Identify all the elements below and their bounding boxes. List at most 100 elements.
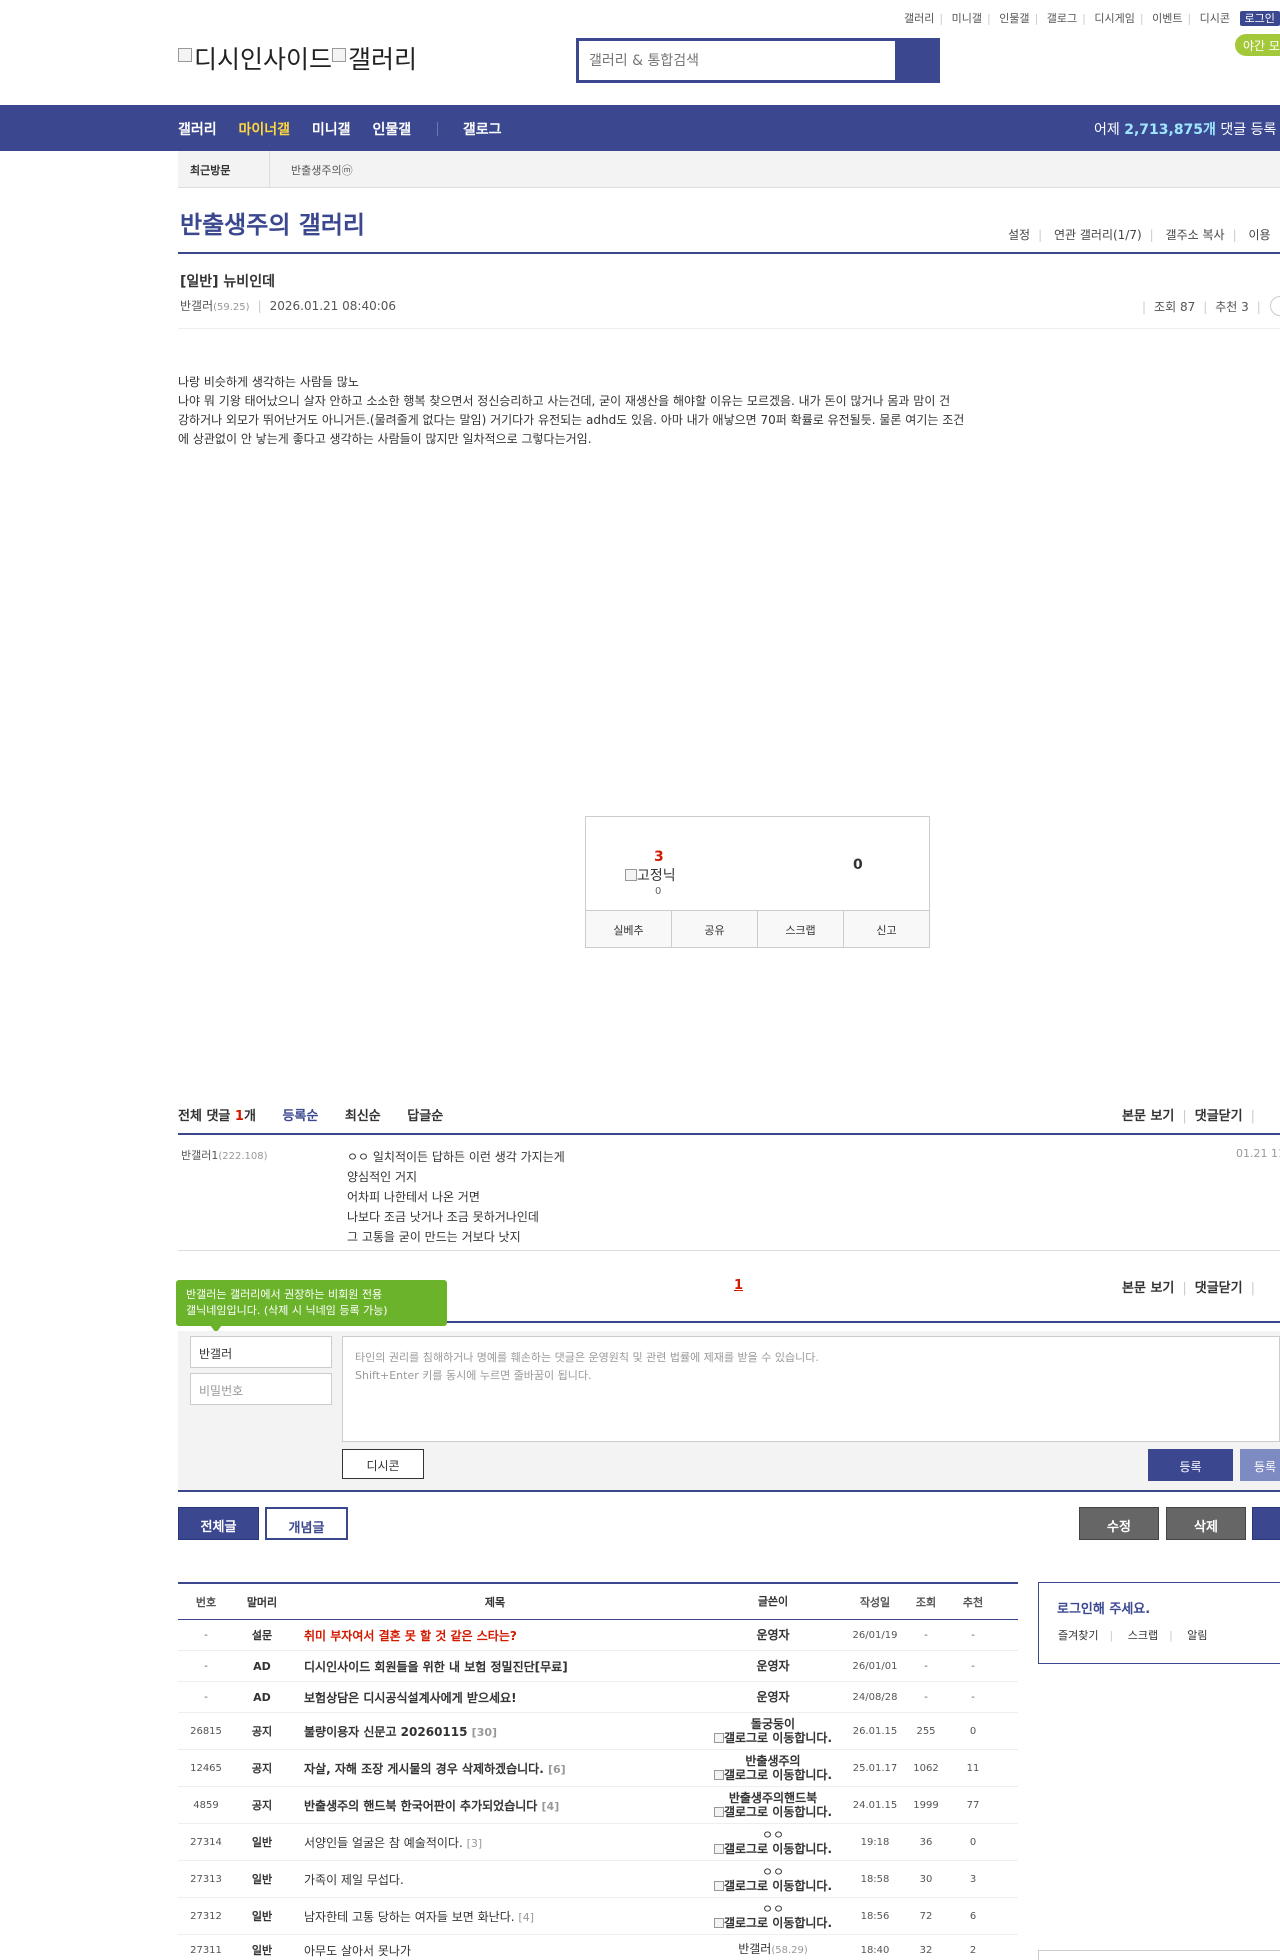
post-writer-name[interactable]: 운영자 [756, 1628, 789, 1642]
post-row[interactable]: 12465 공지 자살, 자해 조장 게시물의 경우 삭제하겠습니다. [6] 반출생… [178, 1750, 1018, 1787]
dccon-button[interactable]: 디시콘 [342, 1449, 424, 1479]
post-writer-name[interactable]: ㅇㅇ [762, 1828, 784, 1842]
reply-count[interactable]: [6] [548, 1763, 566, 1776]
post-title-text[interactable]: 보험상담은 디시공식설계사에게 받으세요! [304, 1691, 517, 1705]
util-event[interactable]: 이벤트 [1152, 12, 1182, 25]
scrap-button[interactable]: 스크랩 [758, 911, 844, 947]
post-row[interactable]: - 설문 취미 부자여서 결혼 못 할 것 같은 스타는? 운영자 26/01/19 -… [178, 1620, 1018, 1651]
post-writer-name[interactable]: 돌궁둥이 [751, 1717, 795, 1731]
post-author[interactable]: 반갤러 [180, 299, 213, 313]
nav-mini[interactable]: 미니갤 [312, 122, 351, 138]
post-writer-name[interactable]: 반출생주의핸드북 [729, 1791, 817, 1805]
sort-latest[interactable]: 최신순 [345, 1109, 381, 1124]
nav-person[interactable]: 인물갤 [372, 122, 411, 138]
close-comments-button[interactable]: 댓글닫기 [1195, 1281, 1243, 1296]
post-row[interactable]: 27312 일반 남자한테 고통 당하는 여자들 보면 화난다. [4] ㅇㅇ 갤로그로… [178, 1898, 1018, 1935]
post-row[interactable]: 27314 일반 서양인들 얼굴은 참 예술적이다. [3] ㅇㅇ 갤로그로 이동합니다… [178, 1824, 1018, 1861]
close-comments-button[interactable]: 댓글닫기 [1195, 1109, 1243, 1124]
post-writer-name[interactable]: 반갤러 [738, 1942, 771, 1956]
post-row[interactable]: 26815 공지 불량이용자 신문고 20260115 [30] 돌궁둥이 갤로그로 이… [178, 1713, 1018, 1750]
logo[interactable]: 디시인사이드 갤러리 [178, 40, 417, 76]
nav-gallog[interactable]: 갤로그 [463, 122, 502, 138]
night-mode-toggle[interactable]: 야간 모 [1235, 34, 1280, 56]
favorites-link[interactable]: 즐겨찾기 [1058, 1629, 1098, 1642]
gallery-title[interactable]: 반출생주의 갤러리 [180, 205, 365, 240]
nav-gallery[interactable]: 갤러리 [178, 122, 217, 138]
post-title-text[interactable]: 자살, 자해 조장 게시물의 경우 삭제하겠습니다. [304, 1762, 544, 1776]
gallog-link[interactable]: 갤로그로 이동합니다. [700, 1768, 846, 1782]
util-gallery[interactable]: 갤러리 [904, 12, 934, 25]
scrap-link[interactable]: 스크랩 [1128, 1629, 1158, 1642]
reply-count[interactable]: [4] [542, 1800, 560, 1813]
post-title-link[interactable]: 서양인들 얼굴은 참 예술적이다. [3] [290, 1834, 700, 1851]
post-title-text[interactable]: 취미 부자여서 결혼 못 할 것 같은 스타는? [304, 1629, 517, 1643]
reply-count[interactable]: [4] [518, 1911, 534, 1924]
post-title-link[interactable]: 남자한테 고통 당하는 여자들 보면 화난다. [4] [290, 1908, 700, 1925]
reply-count[interactable]: [30] [472, 1726, 497, 1739]
view-body-button[interactable]: 본문 보기 [1122, 1109, 1174, 1124]
edit-button[interactable]: 수정 [1079, 1507, 1159, 1540]
post-title-link[interactable]: 아무도 살아서 못나가 [290, 1942, 700, 1959]
post-row[interactable]: - AD 디시인사이드 회원들을 위한 내 보험 정밀진단[무료] 운영자 26/01… [178, 1651, 1018, 1682]
post-title-text[interactable]: 서양인들 얼굴은 참 예술적이다. [304, 1836, 463, 1850]
write-button[interactable]: 글 [1252, 1507, 1280, 1540]
recommend-up-count[interactable]: 3 [654, 849, 664, 865]
util-person[interactable]: 인물갤 [999, 12, 1029, 25]
login-button[interactable]: 로그인 [1239, 11, 1280, 26]
post-title-link[interactable]: 보험상담은 디시공식설계사에게 받으세요! [290, 1689, 700, 1706]
delete-button[interactable]: 삭제 [1166, 1507, 1246, 1540]
post-row[interactable]: 4859 공지 반출생주의 핸드북 한국어판이 추가되었습니다 [4] 반출생주의핸드… [178, 1787, 1018, 1824]
notify-link[interactable]: 알림 [1187, 1629, 1207, 1642]
gallog-link[interactable]: 갤로그로 이동합니다. [700, 1842, 846, 1856]
post-title-text[interactable]: 아무도 살아서 못나가 [304, 1944, 411, 1958]
view-body-button[interactable]: 본문 보기 [1122, 1281, 1174, 1296]
gallog-link[interactable]: 갤로그로 이동합니다. [700, 1916, 846, 1930]
tab-all-posts[interactable]: 전체글 [178, 1507, 259, 1540]
post-title-link[interactable]: 취미 부자여서 결혼 못 할 것 같은 스타는? [290, 1627, 700, 1644]
util-dccon[interactable]: 디시콘 [1200, 12, 1230, 25]
comment-submit-recommend-button[interactable]: 등록 [1240, 1449, 1280, 1481]
gallery-usage[interactable]: 이용 [1248, 228, 1270, 242]
post-writer-name[interactable]: ㅇㅇ [762, 1865, 784, 1879]
util-game[interactable]: 디시게임 [1094, 12, 1134, 25]
gallery-settings[interactable]: 설정 [1008, 228, 1030, 242]
password-input[interactable]: 비밀번호 [190, 1373, 332, 1405]
post-row[interactable]: 27313 일반 가족이 제일 무섭다. ㅇㅇ 갤로그로 이동합니다. 18:58 30 3 [178, 1861, 1018, 1898]
gallog-link[interactable]: 갤로그로 이동합니다. [700, 1805, 846, 1819]
recent-gallery-link[interactable]: 반출생주의ⓜ [291, 162, 353, 178]
post-writer-name[interactable]: ㅇㅇ [762, 1902, 784, 1916]
post-title-text[interactable]: 반출생주의 핸드북 한국어판이 추가되었습니다 [304, 1799, 537, 1813]
share-button[interactable]: 공유 [672, 911, 758, 947]
reply-count[interactable]: [3] [467, 1837, 483, 1850]
post-title-text[interactable]: 가족이 제일 무섭다. [304, 1873, 404, 1887]
report-button[interactable]: 신고 [844, 911, 929, 947]
post-title-link[interactable]: 불량이용자 신문고 20260115 [30] [290, 1723, 700, 1740]
copy-address[interactable]: 갤주소 복사 [1166, 228, 1225, 242]
post-writer-name[interactable]: 운영자 [756, 1659, 789, 1673]
best-recommend-button[interactable]: 실베추 [586, 911, 672, 947]
post-writer-name[interactable]: 운영자 [756, 1690, 789, 1704]
nickname-input[interactable]: 반갤러 [190, 1336, 332, 1368]
related-galleries[interactable]: 연관 갤러리(1/7) [1054, 228, 1142, 242]
post-title-link[interactable]: 반출생주의 핸드북 한국어판이 추가되었습니다 [4] [290, 1797, 700, 1814]
post-writer-name[interactable]: 반출생주의 [745, 1754, 800, 1768]
comment-textarea[interactable]: 타인의 권리를 침해하거나 명예를 훼손하는 댓글은 운영원칙 및 관련 법률에… [342, 1336, 1280, 1442]
util-gallog[interactable]: 갤로그 [1047, 12, 1077, 25]
post-row[interactable]: - AD 보험상담은 디시공식설계사에게 받으세요! 운영자 24/08/28 - - [178, 1682, 1018, 1713]
search-button[interactable] [895, 41, 937, 80]
comment-submit-button[interactable]: 등록 [1148, 1449, 1233, 1481]
tab-concept-posts[interactable]: 개념글 [265, 1507, 348, 1540]
gallog-link[interactable]: 갤로그로 이동합니다. [700, 1879, 846, 1893]
comment-jump-button[interactable] [1270, 296, 1280, 316]
sort-replies[interactable]: 답글순 [407, 1109, 443, 1124]
post-title-link[interactable]: 디시인사이드 회원들을 위한 내 보험 정밀진단[무료] [290, 1658, 700, 1675]
login-prompt[interactable]: 로그인해 주세요. [1057, 1598, 1150, 1617]
post-title-link[interactable]: 자살, 자해 조장 게시물의 경우 삭제하겠습니다. [6] [290, 1760, 700, 1777]
comment-page-1[interactable]: 1 [734, 1278, 743, 1293]
search-input[interactable] [579, 41, 897, 80]
post-title-text[interactable]: 불량이용자 신문고 20260115 [304, 1725, 467, 1739]
post-title-text[interactable]: 남자한테 고통 당하는 여자들 보면 화난다. [304, 1910, 515, 1924]
post-row[interactable]: 27311 일반 아무도 살아서 못나가 반갤러(58.29) 18:40 32 2 [178, 1935, 1018, 1960]
post-title-link[interactable]: 가족이 제일 무섭다. [290, 1871, 700, 1888]
post-title-text[interactable]: 디시인사이드 회원들을 위한 내 보험 정밀진단[무료] [304, 1660, 568, 1674]
